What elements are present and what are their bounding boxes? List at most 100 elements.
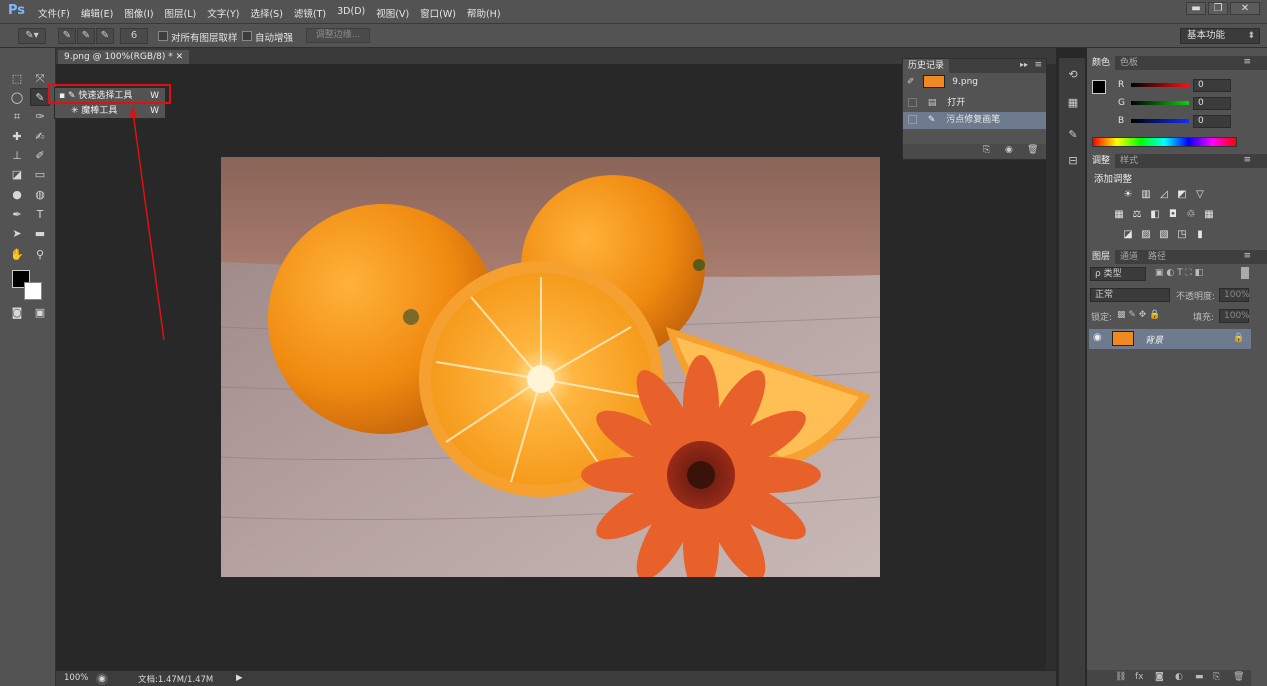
- threshold-icon[interactable]: ▧: [1157, 228, 1171, 241]
- channel-r-slider[interactable]: [1131, 83, 1189, 87]
- brightness-contrast-icon[interactable]: ☀: [1121, 188, 1135, 201]
- tab-history[interactable]: 历史记录: [903, 59, 950, 73]
- menu-type[interactable]: 文字(Y): [207, 6, 239, 20]
- panel-menu-icon[interactable]: ≡: [1243, 155, 1251, 165]
- sample-all-layers-checkbox[interactable]: [158, 31, 168, 41]
- visibility-eye-icon[interactable]: ◉: [1093, 332, 1102, 343]
- screen-mode-icon[interactable]: ▣: [30, 304, 50, 322]
- tab-channels[interactable]: 通道: [1115, 250, 1143, 264]
- tab-styles[interactable]: 样式: [1115, 154, 1143, 168]
- new-selection-mode-button[interactable]: ✎: [58, 28, 76, 44]
- channel-r-input[interactable]: 0: [1193, 79, 1231, 92]
- panel-menu-icon[interactable]: ≡: [1034, 60, 1042, 70]
- panel-menu-icon[interactable]: ≡: [1243, 251, 1251, 261]
- menu-file[interactable]: 文件(F): [38, 6, 70, 20]
- zoom-level[interactable]: 100%: [64, 673, 88, 683]
- collapse-icon[interactable]: ▸▸: [1020, 60, 1028, 69]
- menu-view[interactable]: 视图(V): [376, 6, 409, 20]
- close-tab-icon[interactable]: ✕: [176, 52, 184, 62]
- workspace-select[interactable]: 基本功能: [1180, 28, 1260, 44]
- history-step-selected[interactable]: ✎ 污点修复画笔: [903, 112, 1046, 129]
- type-tool-icon[interactable]: T: [30, 206, 50, 224]
- zoom-tool-icon[interactable]: ⚲: [30, 246, 50, 264]
- brush-tool-icon[interactable]: ✍: [30, 128, 50, 146]
- channel-g-slider[interactable]: [1131, 101, 1189, 105]
- layer-filter-select[interactable]: ρ 类型: [1090, 267, 1146, 281]
- opacity-input[interactable]: 100%: [1219, 288, 1250, 302]
- pen-tool-icon[interactable]: ✒: [7, 206, 27, 224]
- dodge-tool-icon[interactable]: ◍: [30, 186, 50, 204]
- channel-b-input[interactable]: 0: [1193, 115, 1231, 128]
- photo-filter-icon[interactable]: ◘: [1166, 208, 1180, 221]
- panel-menu-icon[interactable]: ≡: [1243, 57, 1251, 67]
- blur-tool-icon[interactable]: ●: [7, 186, 27, 204]
- color-balance-icon[interactable]: ⚖: [1130, 208, 1144, 221]
- menu-edit[interactable]: 编辑(E): [81, 6, 113, 20]
- menu-help[interactable]: 帮助(H): [467, 6, 501, 20]
- vibrance-icon[interactable]: ▽: [1193, 188, 1207, 201]
- posterize-icon[interactable]: ▨: [1139, 228, 1153, 241]
- tool-presets-dock-icon[interactable]: ✎: [1063, 126, 1083, 144]
- add-selection-mode-button[interactable]: ✎: [77, 28, 95, 44]
- delete-layer-icon[interactable]: 🗑: [1233, 672, 1244, 682]
- exposure-icon[interactable]: ◩: [1175, 188, 1189, 201]
- channel-g-input[interactable]: 0: [1193, 97, 1231, 110]
- flyout-item-magic-wand[interactable]: ✳ 魔棒工具 W: [59, 104, 165, 118]
- quick-selection-tool-icon[interactable]: ✎: [30, 88, 50, 106]
- new-document-from-state-icon[interactable]: ⎘: [983, 145, 990, 155]
- new-group-icon[interactable]: ▬: [1195, 672, 1204, 682]
- rectangle-tool-icon[interactable]: ▬: [30, 225, 50, 243]
- camera-snapshot-icon[interactable]: ◉: [1005, 145, 1013, 155]
- minimize-button[interactable]: ▬: [1186, 2, 1206, 15]
- history-step[interactable]: ▤ 打开: [903, 95, 1046, 112]
- link-layers-icon[interactable]: ⛓: [1115, 672, 1126, 682]
- menu-select[interactable]: 选择(S): [250, 6, 282, 20]
- curves-icon[interactable]: ◿: [1157, 188, 1171, 201]
- crop-tool-icon[interactable]: ⌗: [7, 108, 27, 126]
- history-brush-tool-icon[interactable]: ✐: [30, 147, 50, 165]
- history-step-checkbox[interactable]: [908, 115, 917, 124]
- color-lookup-icon[interactable]: ▦: [1202, 208, 1216, 221]
- filter-toggle-switch[interactable]: [1241, 267, 1249, 279]
- close-button[interactable]: ✕: [1230, 2, 1260, 15]
- tool-preset-picker[interactable]: ✎▾: [18, 28, 46, 44]
- gradient-map-icon[interactable]: ▮: [1193, 228, 1207, 241]
- status-info-icon[interactable]: ◉: [96, 673, 108, 685]
- menu-image[interactable]: 图像(I): [124, 6, 153, 20]
- lock-icons[interactable]: ▩ ✎ ✥ 🔒: [1117, 310, 1160, 320]
- path-selection-tool-icon[interactable]: ➤: [7, 225, 27, 243]
- marquee-tool-icon[interactable]: ⬚: [7, 70, 27, 88]
- color-spectrum-bar[interactable]: [1092, 137, 1237, 147]
- history-brush-source-icon[interactable]: ✐: [903, 77, 915, 87]
- trash-icon[interactable]: 🗑: [1027, 145, 1038, 155]
- hue-saturation-icon[interactable]: ▦: [1112, 208, 1126, 221]
- menu-filter[interactable]: 滤镜(T): [294, 6, 326, 20]
- menu-layer[interactable]: 图层(L): [165, 6, 197, 20]
- levels-icon[interactable]: ▥: [1139, 188, 1153, 201]
- blend-mode-select[interactable]: 正常: [1090, 288, 1170, 302]
- document-tab[interactable]: 9.png @ 100%(RGB/8) * ✕: [58, 50, 190, 64]
- new-layer-icon[interactable]: ⎘: [1213, 672, 1220, 682]
- color-fg-swatch[interactable]: [1092, 80, 1106, 94]
- gradient-tool-icon[interactable]: ▭: [30, 166, 50, 184]
- new-adjustment-layer-icon[interactable]: ◐: [1175, 672, 1183, 682]
- menu-window[interactable]: 窗口(W): [420, 6, 456, 20]
- eraser-tool-icon[interactable]: ◪: [7, 166, 27, 184]
- document-image[interactable]: [221, 157, 880, 577]
- history-snapshot[interactable]: ✐ 9.png: [903, 74, 1046, 91]
- brush-size-picker[interactable]: 6: [120, 28, 148, 44]
- restore-button[interactable]: ❐: [1208, 2, 1228, 15]
- move-tool-icon[interactable]: ⤧: [30, 70, 50, 88]
- channel-b-slider[interactable]: [1131, 119, 1189, 123]
- tab-color[interactable]: 颜色: [1087, 56, 1116, 70]
- menu-3d[interactable]: 3D(D): [337, 6, 365, 20]
- lasso-tool-icon[interactable]: ◯: [7, 89, 27, 107]
- add-mask-icon[interactable]: ◙: [1155, 672, 1164, 682]
- invert-icon[interactable]: ◪: [1121, 228, 1135, 241]
- selective-color-icon[interactable]: ◳: [1175, 228, 1189, 241]
- history-step-checkbox[interactable]: [908, 98, 917, 107]
- status-menu-arrow-icon[interactable]: ▶: [236, 673, 243, 683]
- layer-style-icon[interactable]: fx: [1135, 672, 1144, 682]
- quick-mask-icon[interactable]: ◙: [7, 304, 27, 322]
- hand-tool-icon[interactable]: ✋: [7, 246, 27, 264]
